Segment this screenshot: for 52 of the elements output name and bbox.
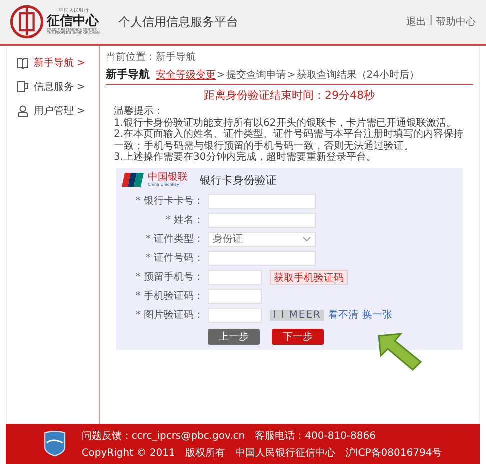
input-field[interactable]: [208, 250, 316, 266]
notes-title: 温馨提示：: [114, 106, 165, 118]
footer-text: CopyRight © 2011 版权所有 中国人民银行征信中心 沪ICP备08016794号: [82, 446, 442, 460]
breadcrumb: 当前位置：新手导航: [106, 50, 197, 64]
captcha-image: I I MEER: [270, 310, 324, 320]
input-field[interactable]: [208, 288, 262, 304]
step-label: 提交查询申请: [226, 68, 286, 82]
input-field[interactable]: [208, 212, 316, 228]
note-text: 1.银行卡身份验证功能支持所有以62开头的银联卡，卡片需已开通银联激活。: [114, 118, 458, 128]
brand-name: 中国银联: [148, 173, 188, 183]
seal-logo-icon: [10, 5, 44, 39]
sidebar-item[interactable]: 新手导航 >: [7, 56, 99, 70]
book-icon: [17, 58, 29, 68]
chevron-icon: [303, 236, 311, 242]
user-icon: [17, 105, 29, 117]
field-label: * 证件号码：: [144, 252, 204, 265]
field-label: * 图片验证码：: [134, 308, 204, 322]
step-separator: >: [217, 70, 226, 81]
back-button[interactable]: 上一步: [208, 328, 260, 344]
field-label: * 预留手机号：: [134, 270, 204, 284]
header-link[interactable]: 退出: [406, 15, 427, 29]
refresh-captcha-link[interactable]: 换一张: [362, 308, 392, 322]
form-title: 银行卡身份验证: [200, 172, 277, 188]
input-field[interactable]: [208, 270, 262, 284]
get-code-button[interactable]: 获取手机验证码: [270, 270, 348, 284]
logo-name: 征信中心: [47, 14, 100, 28]
arrow-drawing: [377, 332, 423, 372]
platform-title: 个人信用信息服务平台: [118, 14, 239, 30]
shield-icon: [44, 431, 66, 457]
next-button[interactable]: 下一步: [272, 328, 324, 344]
input-field[interactable]: [208, 194, 316, 208]
card-logo-icon: [122, 173, 144, 187]
step-label: 获取查询结果（24小时后）: [296, 68, 420, 82]
header-link[interactable]: 帮助中心: [436, 15, 476, 29]
footer-text: 问题反馈：ccrc_ipcrs@pbc.gov.cn 客服电话：400-810-8866: [82, 430, 377, 442]
note-text: 3.上述操作需要在30分钟内完成，超时需要重新登录平台。: [114, 152, 378, 164]
field-label: * 手机验证码：: [134, 290, 204, 303]
field-label: * 银行卡卡号：: [134, 194, 204, 208]
separator: |: [430, 15, 433, 28]
sidebar-item[interactable]: 信息服务 >: [7, 80, 99, 94]
field-label: * 证件类型：: [144, 232, 204, 246]
countdown-text: 距离身份验证结束时间：29分48秒: [203, 88, 376, 103]
step-label: 安全等级变更: [156, 68, 216, 82]
sidebar-item[interactable]: 用户管理 >: [7, 104, 99, 118]
section-title: 新手导航: [106, 67, 150, 82]
document-icon: [17, 81, 29, 93]
dropdown-field[interactable]: 身份证: [208, 232, 316, 246]
field-label: * 姓名：: [164, 214, 204, 227]
input-field[interactable]: [208, 308, 262, 322]
step-separator: >: [287, 70, 296, 81]
refresh-captcha-link[interactable]: 看不清: [328, 308, 358, 322]
note-text: 2.在本页面输入的姓名、证件类型、证件号码需与本平台注册时填写的内容保持一致；手机号码需与银行预留的手机号码一致，否则无法通过验证。: [114, 129, 465, 152]
